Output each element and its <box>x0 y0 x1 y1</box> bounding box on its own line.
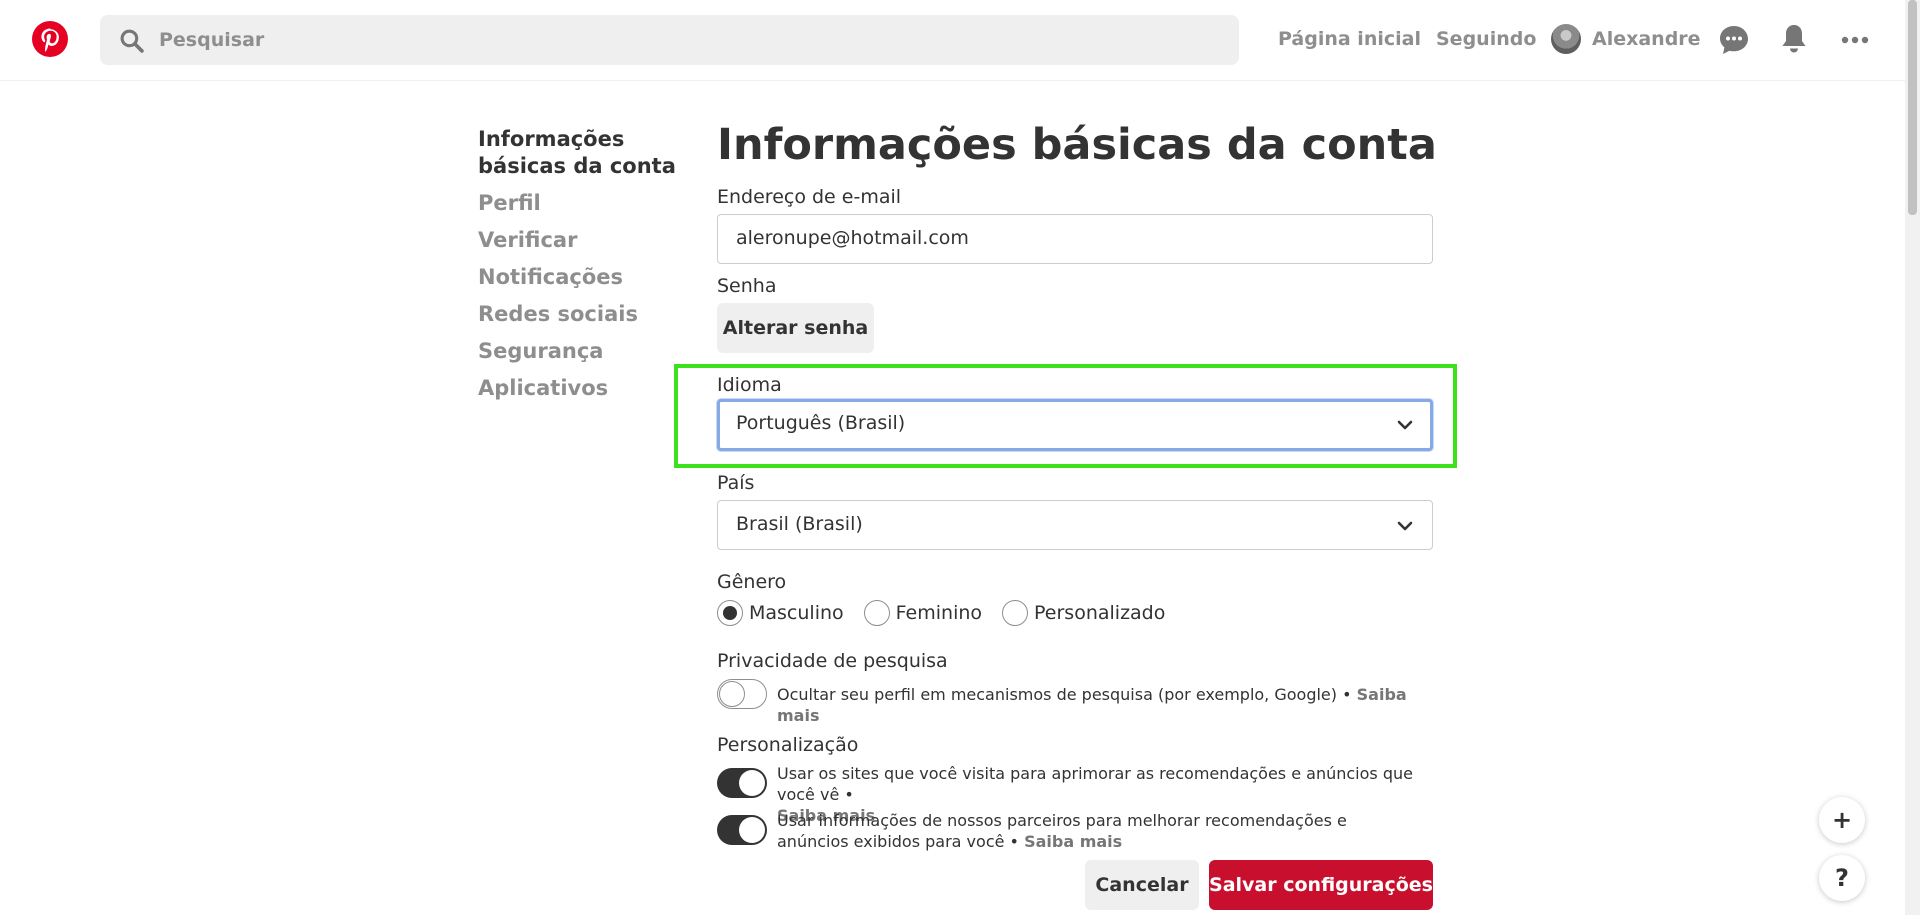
personalization-text: Usar os sites que você visita para aprim… <box>777 764 1413 804</box>
gender-radio-group: Masculino Feminino Personalizado <box>717 600 1165 626</box>
settings-sidebar: Informações básicas da conta Perfil Veri… <box>478 126 693 412</box>
radio-button[interactable] <box>863 600 890 626</box>
search-privacy-text: Ocultar seu perfil em mecanismos de pesq… <box>777 685 1352 704</box>
password-label: Senha <box>717 275 777 297</box>
personalization-sites-toggle[interactable] <box>717 768 767 798</box>
personalization-partners-toggle[interactable] <box>717 815 767 845</box>
search-privacy-description: Ocultar seu perfil em mecanismos de pesq… <box>777 684 1417 726</box>
gender-option-label: Feminino <box>895 602 983 624</box>
avatar[interactable] <box>1551 24 1581 54</box>
sidebar-item-apps[interactable]: Aplicativos <box>478 375 693 402</box>
email-field[interactable]: aleronupe@hotmail.com <box>717 214 1433 264</box>
search-privacy-label: Privacidade de pesquisa <box>717 650 948 672</box>
sidebar-item-profile[interactable]: Perfil <box>478 190 693 217</box>
sidebar-item-verify[interactable]: Verificar <box>478 227 693 254</box>
sidebar-item-notifications[interactable]: Notificações <box>478 264 693 291</box>
page-title: Informações básicas da conta <box>717 120 1437 170</box>
pinterest-logo-icon[interactable] <box>32 21 68 57</box>
search-icon <box>120 29 144 53</box>
email-label: Endereço de e-mail <box>717 186 902 208</box>
help-button[interactable]: ? <box>1819 855 1865 901</box>
save-settings-button[interactable]: Salvar configurações <box>1209 860 1433 910</box>
email-value: aleronupe@hotmail.com <box>736 227 969 249</box>
gender-option-label: Personalizado <box>1034 602 1166 624</box>
more-options-icon[interactable] <box>1835 20 1875 60</box>
search-input[interactable]: Pesquisar <box>159 29 264 51</box>
language-highlight-box <box>674 364 1457 468</box>
home-link[interactable]: Página inicial <box>1278 28 1421 50</box>
scrollbar-thumb[interactable] <box>1908 0 1917 215</box>
sidebar-item-basic-info[interactable]: Informações básicas da conta <box>478 126 693 180</box>
personalization-label: Personalização <box>717 734 859 756</box>
top-bar: Pesquisar Página inicial Seguindo Alexan… <box>0 0 1905 81</box>
country-label: País <box>717 472 755 494</box>
personalization-partners-description: Usar informações de nossos parceiros par… <box>777 810 1397 852</box>
gender-label: Gênero <box>717 571 787 593</box>
sidebar-item-security[interactable]: Segurança <box>478 338 693 365</box>
page-scrollbar[interactable] <box>1905 0 1920 915</box>
radio-button[interactable] <box>717 600 743 626</box>
sidebar-item-social[interactable]: Redes sociais <box>478 301 693 328</box>
search-bar[interactable]: Pesquisar <box>100 15 1239 65</box>
notifications-bell-icon[interactable] <box>1774 20 1814 60</box>
country-value: Brasil (Brasil) <box>736 513 863 535</box>
gender-option-custom[interactable]: Personalizado <box>1002 600 1165 626</box>
profile-link[interactable]: Alexandre <box>1592 28 1701 50</box>
change-password-button[interactable]: Alterar senha <box>717 303 874 353</box>
radio-button[interactable] <box>1002 600 1029 626</box>
add-button[interactable]: + <box>1819 797 1865 843</box>
cancel-button[interactable]: Cancelar <box>1085 860 1199 910</box>
country-select[interactable]: Brasil (Brasil) <box>717 500 1433 550</box>
gender-option-label: Masculino <box>749 602 844 624</box>
chat-icon[interactable] <box>1714 20 1754 60</box>
following-link[interactable]: Seguindo <box>1436 28 1536 50</box>
chevron-down-icon <box>1397 521 1413 531</box>
gender-option-female[interactable]: Feminino <box>863 600 983 626</box>
search-privacy-toggle[interactable] <box>717 679 767 709</box>
learn-more-link[interactable]: Saiba mais <box>1024 832 1122 851</box>
gender-option-male[interactable]: Masculino <box>717 600 844 626</box>
